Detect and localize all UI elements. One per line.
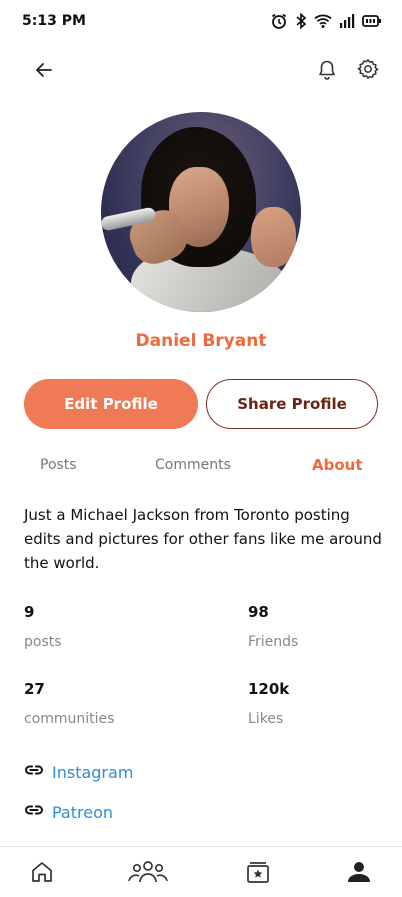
home-icon: [29, 859, 55, 889]
patreon-link[interactable]: Patreon: [24, 800, 113, 824]
status-bar: 5:13 PM: [0, 0, 402, 44]
stat-likes-value: 120k: [248, 680, 290, 698]
link-icon: [24, 760, 44, 784]
instagram-link[interactable]: Instagram: [24, 760, 133, 784]
community-icon: [127, 859, 169, 889]
tab-about[interactable]: About: [312, 456, 363, 474]
back-button[interactable]: [30, 58, 58, 86]
back-arrow-icon: [34, 60, 54, 84]
stat-communities-label: communities: [24, 711, 115, 727]
nav-profile[interactable]: [343, 859, 375, 889]
wifi-icon: [314, 13, 332, 29]
bottom-nav: [0, 846, 402, 897]
tab-posts[interactable]: Posts: [40, 457, 77, 473]
nav-home[interactable]: [26, 859, 58, 889]
alarm-icon: [270, 12, 288, 30]
edit-profile-button[interactable]: Edit Profile: [24, 379, 198, 429]
avatar: [101, 112, 301, 312]
share-profile-button[interactable]: Share Profile: [206, 379, 378, 429]
tab-comments[interactable]: Comments: [155, 457, 231, 473]
saved-icon: [245, 859, 271, 889]
settings-button[interactable]: [354, 57, 382, 85]
bluetooth-icon: [295, 12, 307, 30]
instagram-link-label: Instagram: [52, 762, 134, 782]
stat-posts-value: 9: [24, 603, 35, 621]
status-time: 5:13 PM: [22, 13, 86, 29]
nav-community[interactable]: [126, 859, 170, 889]
bio-text: Just a Michael Jackson from Toronto post…: [24, 506, 382, 572]
stat-likes-label: Likes: [248, 711, 284, 727]
patreon-link-label: Patreon: [52, 802, 114, 822]
notifications-button[interactable]: [313, 58, 341, 86]
signal-icon: [339, 13, 355, 29]
nav-saved[interactable]: [242, 859, 274, 889]
stat-communities-value: 27: [24, 680, 45, 698]
profile-name: Daniel Bryant: [135, 331, 267, 351]
battery-icon: [362, 14, 382, 28]
stat-friends-value: 98: [248, 603, 269, 621]
status-icons: [270, 12, 382, 30]
profile-icon: [346, 859, 372, 889]
stat-friends-label: Friends: [248, 634, 299, 650]
stat-posts-label: posts: [24, 634, 62, 650]
link-icon: [24, 800, 44, 824]
bell-icon: [317, 59, 337, 85]
gear-icon: [356, 57, 380, 85]
